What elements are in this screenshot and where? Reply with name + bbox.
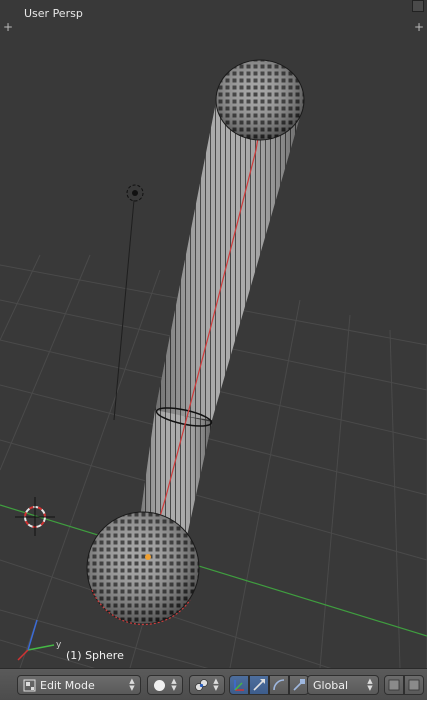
translate-button[interactable]: [249, 675, 269, 695]
solid-sphere-icon: [154, 680, 165, 691]
viewport-header: Edit Mode ▲ ▼ ▲ ▼ ▲ ▼ Global ▲ ▼: [0, 668, 427, 703]
lamp-object: [113, 184, 144, 421]
x-axis-line: [0, 504, 427, 637]
mesh-bottom-sphere: [86, 511, 200, 626]
3d-viewport[interactable]: User Persp + + y (1) Sphere: [0, 0, 427, 668]
updown-arrows-icon: ▲ ▼: [367, 677, 373, 692]
rotate-icon: [273, 679, 285, 691]
mesh-top-sphere: [215, 59, 305, 141]
axis-y-label: y: [56, 640, 62, 650]
orientation-label: Global: [313, 679, 349, 692]
updown-arrows-icon: ▲ ▼: [171, 677, 177, 692]
3d-cursor: [15, 497, 55, 536]
manipulator-toggle-button[interactable]: [229, 675, 249, 695]
transform-orientation-selector[interactable]: Global ▲ ▼: [307, 675, 379, 695]
mode-label: Edit Mode: [40, 679, 95, 692]
view-name-label: User Persp: [24, 7, 83, 20]
updown-arrows-icon: ▲ ▼: [129, 677, 135, 692]
object-info-label: (1) Sphere: [66, 649, 124, 662]
axis-gizmo: [17, 619, 55, 661]
area-split-corner-icon[interactable]: [412, 0, 424, 12]
layer-icon: [408, 679, 420, 691]
mode-selector[interactable]: Edit Mode ▲ ▼: [17, 675, 141, 695]
pivot-point-selector[interactable]: ▲ ▼: [189, 675, 225, 695]
layer-button-2[interactable]: [404, 675, 424, 695]
translate-icon: [253, 679, 265, 691]
layer-icon: [388, 679, 400, 691]
rotate-button[interactable]: [269, 675, 289, 695]
scale-icon: [293, 679, 305, 691]
viewport-scene: [0, 59, 427, 668]
layer-button-1[interactable]: [384, 675, 404, 695]
region-expand-right-icon[interactable]: +: [414, 21, 424, 33]
mesh-shaft: [137, 65, 302, 557]
pivot-point-icon: [195, 679, 208, 691]
updown-arrows-icon: ▲ ▼: [213, 677, 219, 692]
scale-button[interactable]: [289, 675, 309, 695]
viewport-shading-selector[interactable]: ▲ ▼: [147, 675, 183, 695]
region-expand-left-icon[interactable]: +: [3, 21, 13, 33]
edit-mode-icon: [23, 679, 36, 692]
manipulator-toggle-icon: [234, 680, 244, 691]
